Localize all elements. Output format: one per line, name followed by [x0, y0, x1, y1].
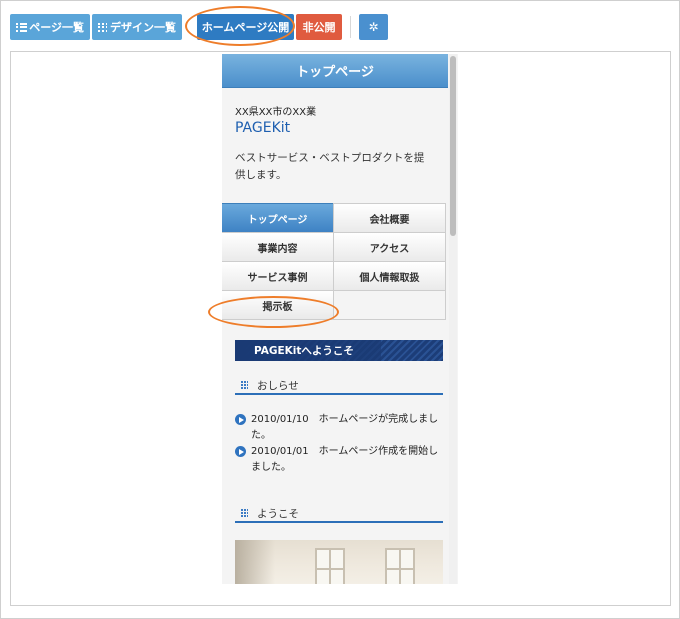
nav-item-access[interactable]: アクセス — [333, 232, 446, 262]
private-button[interactable]: 非公開 — [296, 14, 342, 40]
welcome-banner: PAGEKitへようこそ — [235, 340, 443, 361]
settings-button[interactable]: ✲ — [359, 14, 388, 40]
welcome-heading-label: ようこそ — [257, 507, 299, 520]
mobile-nav: トップページ 会社概要 事業内容 アクセス サービス事例 個人情報取扱 掲示板 — [222, 203, 448, 320]
play-circle-icon — [235, 414, 246, 425]
list-icon — [16, 22, 27, 32]
nav-item-cases[interactable]: サービス事例 — [222, 261, 334, 291]
mobile-header: トップページ — [222, 54, 448, 88]
mobile-content: トップページ XX県XX市のXX業 PAGEKit ベストサービス・ベストプロダ… — [222, 54, 448, 584]
news-date: 2010/01/01 — [251, 446, 309, 457]
news-heading-label: おしらせ — [257, 379, 299, 392]
scrollbar-thumb[interactable] — [450, 56, 456, 236]
site-description: ベストサービス・ベストプロダクトを提供します。 — [235, 152, 425, 181]
page-list-button[interactable]: ページ一覧 — [10, 14, 90, 40]
design-list-label: デザイン一覧 — [110, 21, 176, 34]
news-date: 2010/01/10 — [251, 414, 309, 425]
mobile-preview: トップページ XX県XX市のXX業 PAGEKit ベストサービス・ベストプロダ… — [222, 54, 458, 584]
welcome-banner-text: PAGEKitへようこそ — [254, 345, 354, 357]
welcome-heading: ようこそ — [235, 505, 443, 523]
play-circle-icon — [235, 446, 246, 457]
gear-icon: ✲ — [368, 20, 379, 34]
news-heading: おしらせ — [235, 377, 443, 395]
grid-dots-icon — [241, 381, 248, 389]
list-item: 2010/01/10 ホームページが完成しました。 — [235, 412, 445, 444]
nav-item-privacy[interactable]: 個人情報取扱 — [333, 261, 446, 291]
grid-icon — [98, 22, 107, 32]
nav-item-business[interactable]: 事業内容 — [222, 232, 334, 262]
news-list: 2010/01/10 ホームページが完成しました。 2010/01/01 ホーム… — [235, 412, 445, 476]
grid-dots-icon — [241, 509, 248, 517]
nav-item-board[interactable]: 掲示板 — [222, 290, 334, 320]
page-list-label: ページ一覧 — [29, 21, 84, 34]
publish-label: ホームページ公開 — [201, 21, 290, 34]
private-label: 非公開 — [302, 21, 336, 34]
list-item: 2010/01/01 ホームページ作成を開始しました。 — [235, 444, 445, 476]
nav-item-empty — [333, 290, 446, 320]
nav-item-company[interactable]: 会社概要 — [333, 203, 446, 233]
design-list-button[interactable]: デザイン一覧 — [92, 14, 182, 40]
room-photo — [235, 540, 443, 584]
company-tagline: XX県XX市のXX業 — [235, 107, 317, 118]
brand-name[interactable]: PAGEKit — [235, 120, 448, 136]
nav-item-top[interactable]: トップページ — [222, 203, 334, 233]
toolbar-separator — [350, 16, 351, 38]
publish-homepage-button[interactable]: ホームページ公開 — [197, 14, 294, 40]
mobile-header-title: トップページ — [296, 65, 374, 80]
